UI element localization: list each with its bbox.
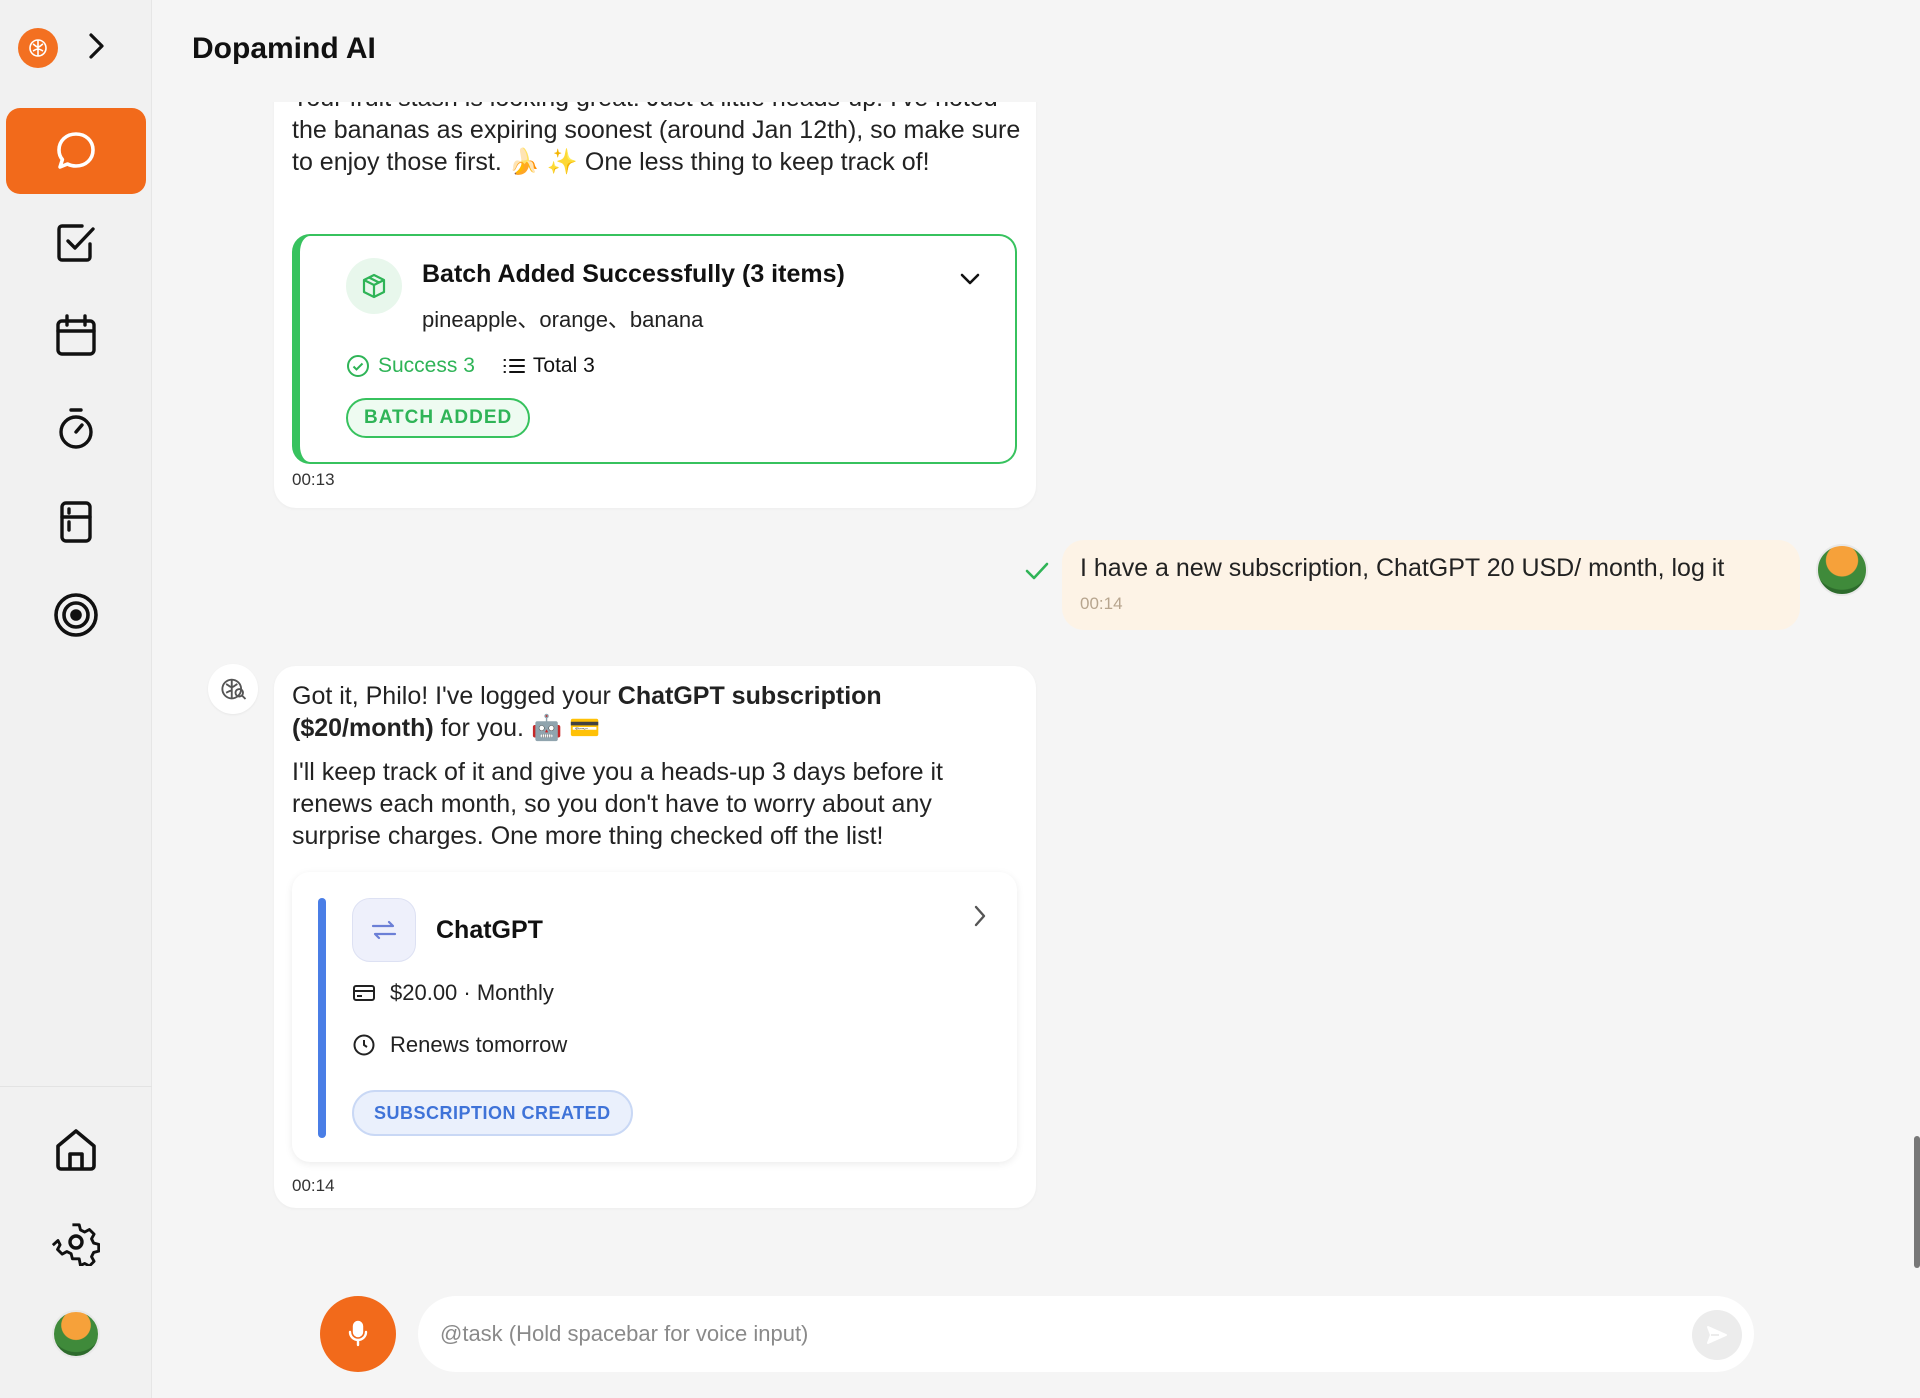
subscription-open-button[interactable] [973,904,987,933]
subscription-card[interactable]: ChatGPT $20.00 · Monthly Renews tomorrow… [292,872,1017,1162]
message-time: 00:13 [292,470,335,489]
batch-items: pineapple、orange、banana [422,307,704,332]
timer-icon [59,408,93,449]
nav-calendar[interactable] [6,293,146,379]
check-circle-icon [347,355,369,377]
box-icon [346,258,402,314]
user-message-text: I have a new subscription, ChatGPT 20 US… [1080,554,1725,582]
send-button[interactable] [1692,1310,1742,1360]
sidebar [0,0,152,1398]
nav-fridge[interactable] [6,479,146,565]
brain-logo-icon [221,678,247,700]
text-part: for you. 🤖 💳 [433,714,601,742]
repeat-icon [352,898,416,962]
scrollbar-thumb[interactable] [1914,1136,1920,1268]
user-message-row: I have a new subscription, ChatGPT 20 US… [968,540,1868,640]
nav-timer[interactable] [6,386,146,472]
subscription-price-row: $20.00 · Monthly [352,980,554,1006]
nav-home[interactable] [6,1104,146,1196]
batch-added-badge: BATCH ADDED [346,398,531,438]
profile-avatar-button[interactable] [6,1288,146,1380]
chevron-right-icon [974,905,986,927]
success-label: Success 3 [378,354,475,377]
message-time: 00:14 [292,1176,335,1195]
total-label: Total 3 [532,354,595,377]
app-logo[interactable] [18,28,58,68]
batch-card: Batch Added Successfully (3 items) pinea… [292,234,1017,464]
home-icon [56,1129,96,1171]
subscription-price: $20.00 · Monthly [390,980,554,1005]
sidebar-bottom [6,1104,146,1380]
ai-message-text-2: I'll keep track of it and give you a hea… [292,758,943,850]
nav-settings[interactable] [6,1196,146,1288]
subscription-accent-bar [318,898,326,1138]
nav-chat[interactable] [6,108,146,194]
page-title: Dopamind AI [192,32,376,65]
subscription-name: ChatGPT [436,916,543,944]
credit-card-icon [353,985,375,1001]
sidebar-top [18,28,108,68]
brain-logo-icon [29,39,47,57]
text-part: Got it, Philo! I've logged your [292,682,618,710]
send-icon [1707,1326,1727,1344]
ai-message: Got it, Philo! I've logged your ChatGPT … [274,666,1036,1208]
subscription-renew-row: Renews tomorrow [352,1032,567,1058]
success-stat: Success 3 [346,354,475,378]
sidebar-divider [0,1086,152,1087]
chat-area: Your fruit stash is looking great! Just … [152,72,1920,1398]
checkbox-icon [57,224,95,262]
expand-sidebar-button[interactable] [86,30,108,67]
message-composer [418,1296,1754,1372]
mic-icon [348,1320,368,1347]
user-message: I have a new subscription, ChatGPT 20 US… [1062,540,1800,630]
total-stat: Total 3 [503,354,595,378]
calendar-icon [56,314,96,356]
nav-goals[interactable] [6,572,146,658]
message-input[interactable] [440,1296,1670,1372]
target-icon [54,593,98,637]
user-avatar [1816,544,1868,596]
message-time: 00:14 [1080,594,1123,613]
batch-title: Batch Added Successfully (3 items) [422,260,845,288]
header: Dopamind AI [152,0,1920,102]
chevron-right-icon [89,32,104,59]
list-icon [503,359,525,373]
avatar [52,1310,100,1358]
ai-message-text-1: Got it, Philo! I've logged your ChatGPT … [292,680,1022,744]
delivered-check-icon [1024,560,1050,587]
ai-message: Your fruit stash is looking great! Just … [274,72,1036,508]
gear-icon [52,1223,100,1266]
sidebar-nav [6,108,146,665]
batch-stats: Success 3 Total 3 [346,354,595,378]
clock-icon [353,1034,375,1056]
voice-input-button[interactable] [320,1296,396,1372]
fridge-icon [60,501,92,543]
nav-tasks[interactable] [6,200,146,286]
bot-avatar [208,664,258,714]
subscription-created-badge: SUBSCRIPTION CREATED [352,1090,633,1136]
chevron-down-icon [960,273,980,285]
subscription-renew: Renews tomorrow [390,1032,568,1057]
chat-icon [57,132,95,169]
batch-expand-button[interactable] [959,272,981,291]
